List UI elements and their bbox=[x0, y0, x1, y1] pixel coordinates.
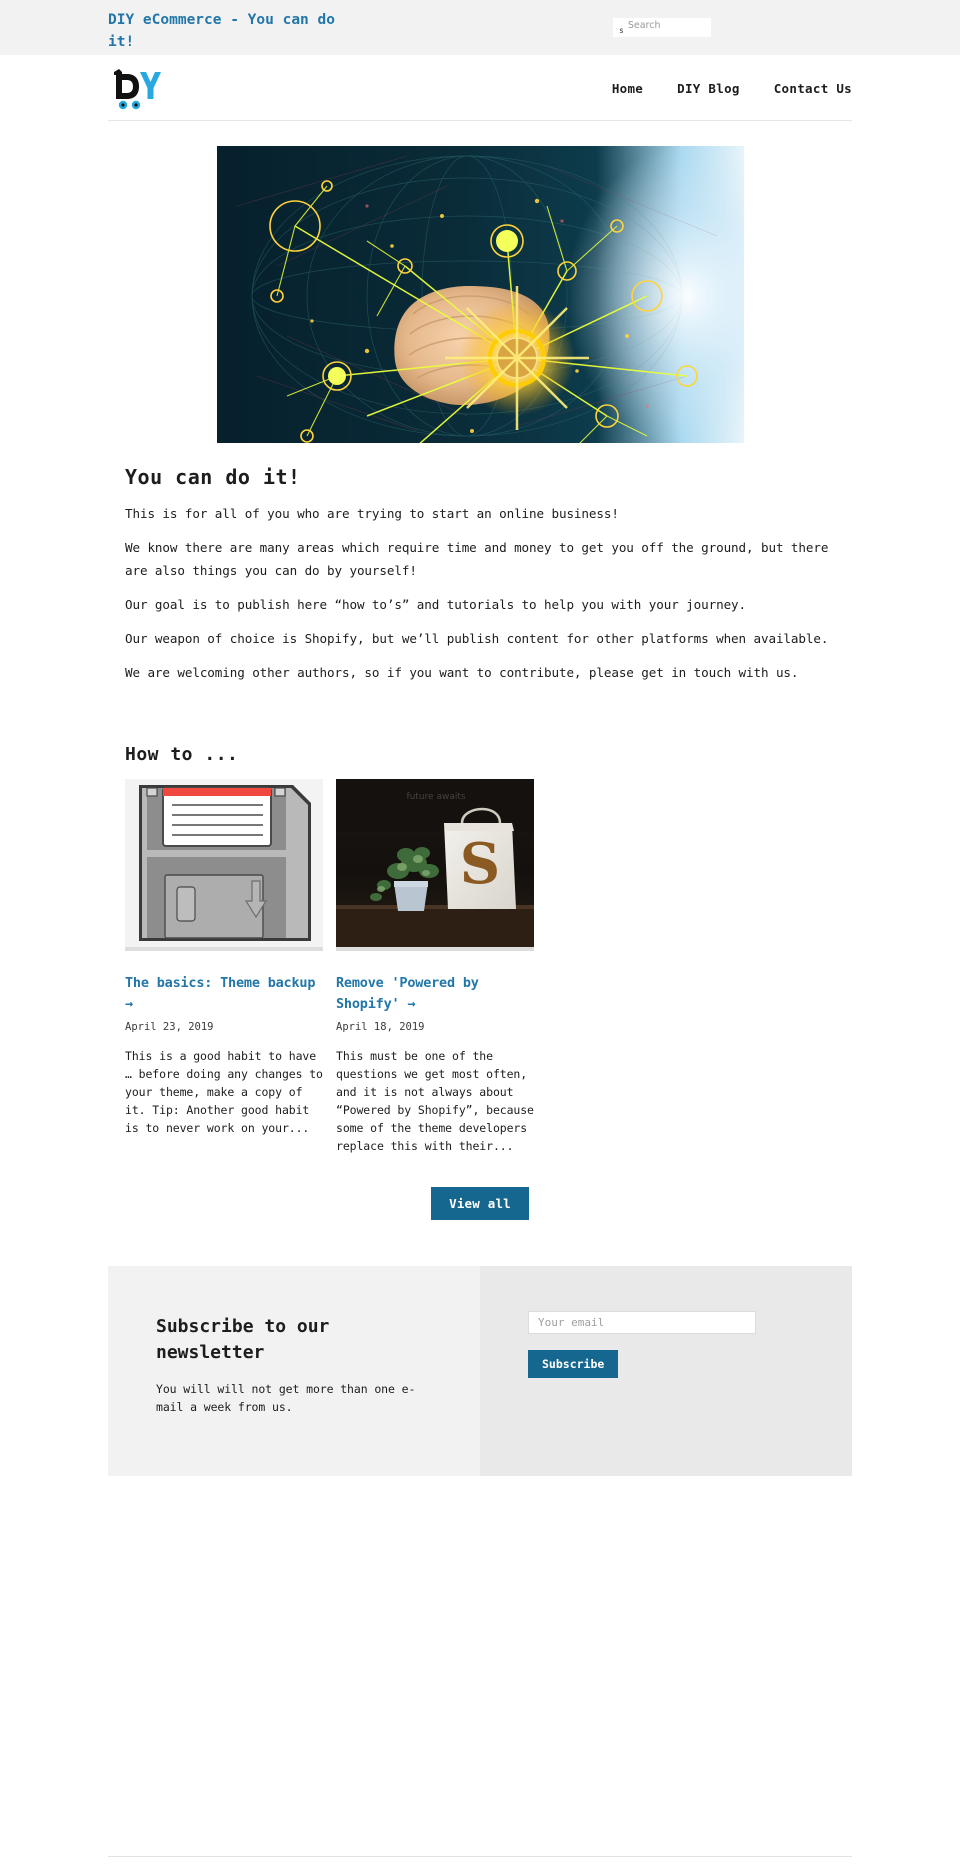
blog-card-thumbnail[interactable]: future awaits S bbox=[336, 779, 534, 951]
blog-card-date: April 23, 2019 bbox=[125, 1021, 214, 1033]
blog-card-excerpt: This must be one of the questions we get… bbox=[336, 1049, 534, 1153]
blog-card: future awaits S bbox=[336, 779, 534, 1155]
view-all-button[interactable]: View all bbox=[431, 1187, 529, 1220]
newsletter-subscribe-button[interactable]: Subscribe bbox=[528, 1350, 619, 1378]
announcement-bar: DIY eCommerce - You can do it! s bbox=[0, 0, 960, 55]
search-box[interactable]: s bbox=[613, 18, 711, 37]
site-tagline: DIY eCommerce - You can do it! bbox=[108, 12, 335, 50]
intro-paragraph-2: We know there are many areas which requi… bbox=[125, 540, 829, 578]
page-title: You can do it! bbox=[125, 465, 301, 489]
main-navigation: Home DIY Blog Contact Us bbox=[612, 81, 852, 96]
intro-paragraph-1: This is for all of you who are trying to… bbox=[125, 506, 619, 521]
section-title-howto: How to ... bbox=[125, 744, 239, 765]
intro-paragraph-5: We are welcoming other authors, so if yo… bbox=[125, 665, 799, 680]
newsletter-heading: Subscribe to our newsletter bbox=[156, 1316, 330, 1363]
blog-card-thumbnail[interactable] bbox=[125, 779, 323, 951]
intro-section: You can do it! This is for all of you wh… bbox=[108, 465, 852, 684]
nav-item-contact-us[interactable]: Contact Us bbox=[774, 81, 852, 96]
intro-paragraph-3: Our goal is to publish here “how to’s” a… bbox=[125, 597, 747, 612]
hero-illustration bbox=[216, 146, 744, 443]
footer-divider bbox=[108, 1856, 852, 1857]
view-all-wrapper: View all bbox=[125, 1187, 835, 1220]
hero-image bbox=[216, 146, 744, 443]
blog-card-title[interactable]: Remove 'Powered by Shopify' → bbox=[336, 973, 534, 1015]
nav-item-home[interactable]: Home bbox=[612, 81, 643, 96]
newsletter-text-panel: Subscribe to our newsletter You will wil… bbox=[108, 1266, 480, 1476]
site-logo[interactable] bbox=[108, 63, 164, 111]
blog-card-date: April 18, 2019 bbox=[336, 1021, 425, 1033]
floppy-disk-icon bbox=[125, 779, 323, 947]
diy-cart-logo-icon bbox=[114, 69, 161, 110]
blog-card-list: The basics: Theme backup → April 23, 201… bbox=[125, 779, 835, 1155]
blog-card-excerpt: This is a good habit to have … before do… bbox=[125, 1049, 323, 1135]
search-input[interactable] bbox=[627, 20, 698, 31]
newsletter-subtext: You will will not get more than one e-ma… bbox=[156, 1382, 416, 1414]
newsletter-form-panel: Subscribe bbox=[480, 1266, 852, 1476]
search-icon[interactable]: s bbox=[619, 26, 624, 35]
newsletter-email-input[interactable] bbox=[528, 1311, 756, 1334]
site-header: Home DIY Blog Contact Us bbox=[108, 55, 852, 121]
howto-section: How to ... The basics: Theme backup → Ap… bbox=[108, 744, 852, 1220]
nav-item-diy-blog[interactable]: DIY Blog bbox=[677, 81, 740, 96]
shopify-bag-photo-icon: future awaits S bbox=[336, 779, 534, 947]
blog-card-title[interactable]: The basics: Theme backup → bbox=[125, 973, 323, 1015]
newsletter-section: Subscribe to our newsletter You will wil… bbox=[108, 1266, 852, 1476]
intro-paragraph-4: Our weapon of choice is Shopify, but we’… bbox=[125, 631, 829, 646]
blog-card: The basics: Theme backup → April 23, 201… bbox=[125, 779, 323, 1155]
main-content: You can do it! This is for all of you wh… bbox=[108, 146, 852, 1476]
